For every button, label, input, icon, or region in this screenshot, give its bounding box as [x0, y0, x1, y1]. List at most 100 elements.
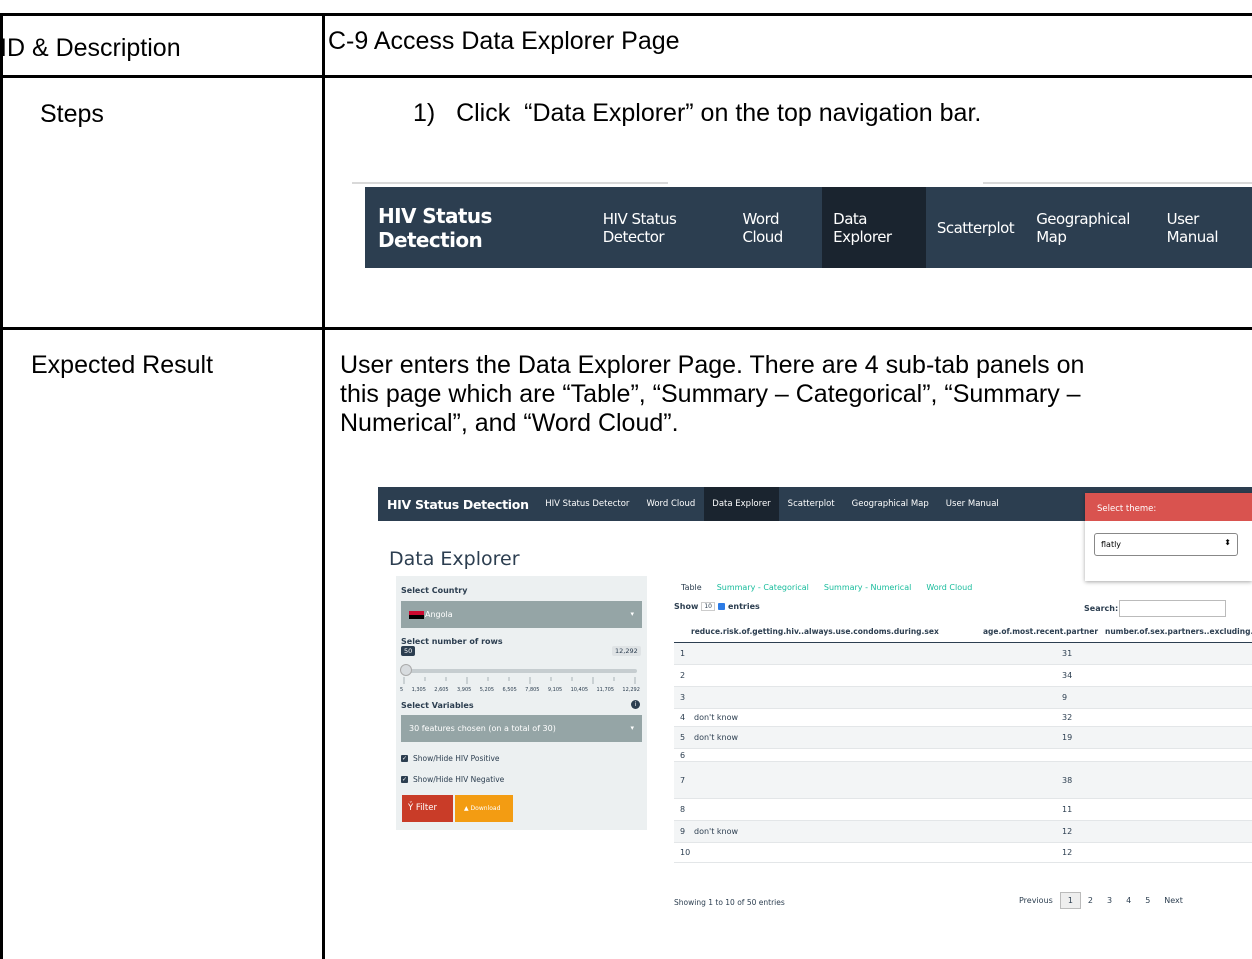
theme-header: Select theme:	[1085, 493, 1252, 521]
table-cell: 8	[680, 805, 686, 814]
tick-label: 12,292	[622, 687, 640, 693]
download-label: Download	[470, 805, 501, 812]
table-cell: 3	[680, 693, 686, 702]
show-entries-control: Show 10 entries	[674, 602, 760, 611]
variables-label: Select Variables	[401, 701, 474, 710]
table-row: 1 31	[674, 643, 1252, 665]
tick-label: 3,905	[457, 687, 472, 693]
caret-down-icon: ▾	[630, 610, 634, 618]
pager-page-2[interactable]: 2	[1081, 893, 1100, 908]
sidebar-panel: Select Country Angola ▾ Select number of…	[396, 576, 647, 830]
pager-page-4[interactable]: 4	[1119, 893, 1138, 908]
column-header[interactable]: age.of.most.recent.partner	[983, 627, 1098, 636]
checkbox-checked-icon: ✓	[401, 755, 408, 762]
table-cell: 2	[680, 671, 686, 680]
column-header[interactable]: number.of.sex.partners..excluding.spo	[1105, 627, 1252, 636]
pager-next[interactable]: Next	[1157, 893, 1190, 908]
filter-label: Filter	[415, 803, 437, 813]
explorer-nav-item-user-manual[interactable]: User Manual	[937, 487, 1007, 521]
show-positive-checkbox[interactable]: ✓ Show/Hide HIV Positive	[401, 754, 500, 763]
id-label: ID & Description	[0, 34, 181, 62]
table-row: 2 34	[674, 665, 1252, 687]
theme-select[interactable]: flatly ⬍	[1094, 533, 1238, 556]
table-cell: 4	[680, 713, 686, 722]
rows-label: Select number of rows	[401, 637, 503, 646]
explorer-nav-item-scatterplot[interactable]: Scatterplot	[779, 487, 843, 521]
nav-brand[interactable]: HIV Status Detection	[365, 204, 592, 252]
entries-count-select[interactable]: 10	[701, 602, 715, 611]
expected-value-line3: Numerical”, and “Word Cloud”.	[340, 409, 679, 437]
select-arrows-icon	[717, 603, 725, 610]
rows-slider-track[interactable]	[404, 669, 637, 673]
tick-label: 9,105	[547, 687, 563, 693]
table-row: 6	[674, 749, 1252, 762]
info-icon[interactable]: i	[631, 700, 640, 709]
theme-value: flatly	[1101, 540, 1122, 549]
expected-value-line2: this page which are “Table”, “Summary – …	[340, 380, 1081, 408]
expected-label: Expected Result	[31, 351, 214, 379]
slider-max-badge: 12,292	[612, 646, 641, 656]
explorer-nav-item-word-cloud[interactable]: Word Cloud	[638, 487, 704, 521]
table-cell: 34	[1062, 671, 1073, 680]
pager-previous[interactable]: Previous	[1012, 893, 1060, 908]
nav-item-user-manual[interactable]: User Manual	[1156, 187, 1252, 268]
select-arrows-icon: ⬍	[1224, 538, 1231, 547]
show-negative-checkbox[interactable]: ✓ Show/Hide HIV Negative	[401, 775, 504, 784]
explorer-nav-item-geographical-map[interactable]: Geographical Map	[843, 487, 937, 521]
tick-label: 7,805	[525, 687, 540, 693]
pager-page-3[interactable]: 3	[1100, 893, 1119, 908]
table-info: Showing 1 to 10 of 50 entries	[674, 898, 785, 907]
tab-summary-categorical[interactable]: Summary - Categorical	[712, 583, 814, 592]
show-positive-label: Show/Hide HIV Positive	[413, 754, 500, 763]
explorer-nav-item-hiv-status-detector[interactable]: HIV Status Detector	[537, 487, 638, 521]
explorer-nav-brand[interactable]: HIV Status Detection	[378, 497, 537, 512]
column-header[interactable]: reduce.risk.of.getting.hiv..always.use.c…	[691, 627, 939, 636]
table-cell: 1	[680, 649, 686, 658]
nav-item-geographical-map[interactable]: Geographical Map	[1025, 187, 1155, 268]
table-cell: 6	[680, 751, 686, 760]
table-cell: 32	[1062, 713, 1073, 722]
rows-slider-handle[interactable]	[400, 664, 412, 676]
pager-page-1[interactable]: 1	[1059, 892, 1081, 909]
tick-label: 5	[400, 687, 404, 693]
nav-item-data-explorer[interactable]: Data Explorer	[822, 187, 926, 268]
slider-ticks	[403, 677, 636, 684]
table-border-row2	[0, 327, 1252, 330]
search-label: Search:	[1084, 604, 1119, 613]
table-cell: 12	[1062, 827, 1073, 836]
table-cell: 7	[680, 776, 686, 785]
table-cell: 19	[1062, 733, 1073, 742]
table-row: 10 12	[674, 843, 1252, 863]
tick-label: 11,705	[596, 687, 615, 693]
nav-item-scatterplot[interactable]: Scatterplot	[926, 187, 1025, 268]
nav-item-hiv-status-detector[interactable]: HIV Status Detector	[592, 187, 732, 268]
nav-item-word-cloud[interactable]: Word Cloud	[731, 187, 822, 268]
angola-flag-icon	[409, 611, 424, 619]
table-row: 8 11	[674, 799, 1252, 821]
filter-button[interactable]: Ỷ Filter	[402, 795, 453, 822]
table-row: 4 don't know 32	[674, 709, 1252, 727]
nav-screenshot-edge	[983, 182, 1252, 184]
variables-select[interactable]: 30 features chosen (on a total of 30) ▾	[401, 715, 642, 742]
table-row: 5 don't know 19	[674, 727, 1252, 749]
tab-table[interactable]: Table	[676, 583, 707, 592]
tick-label: 2,605	[434, 687, 449, 693]
explorer-nav-item-data-explorer[interactable]: Data Explorer	[703, 487, 780, 521]
country-select[interactable]: Angola ▾	[401, 601, 642, 628]
pager-page-5[interactable]: 5	[1138, 893, 1157, 908]
table-header: reduce.risk.of.getting.hiv..always.use.c…	[674, 621, 1252, 643]
table-cell: 11	[1062, 805, 1073, 814]
sub-tabs: Table Summary - Categorical Summary - Nu…	[676, 583, 982, 592]
download-button[interactable]: ▲ Download	[455, 795, 513, 822]
table-border-row1	[0, 75, 1252, 78]
table-border-top	[0, 13, 1252, 16]
tab-word-cloud[interactable]: Word Cloud	[921, 583, 977, 592]
tab-summary-numerical[interactable]: Summary - Numerical	[819, 583, 916, 592]
nav-screenshot-edge	[352, 182, 668, 184]
download-icon: ▲	[464, 805, 469, 812]
entries-label: entries	[727, 602, 760, 611]
steps-value: 1) Click “Data Explorer” on the top navi…	[413, 99, 982, 127]
search-input[interactable]	[1119, 600, 1226, 617]
table-cell: 5	[680, 733, 686, 742]
filter-icon: Ỷ	[408, 803, 414, 813]
